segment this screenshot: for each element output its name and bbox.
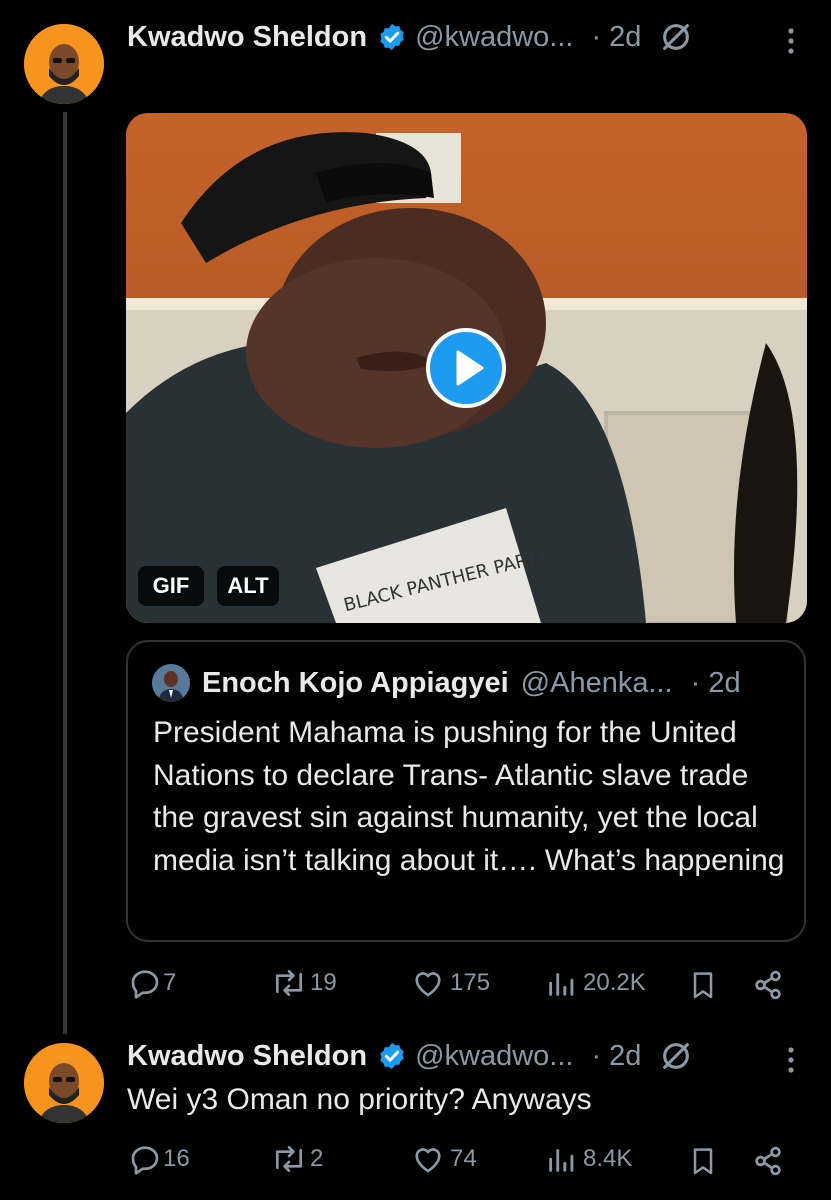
alt-badge[interactable]: ALT [217, 566, 279, 606]
like-button[interactable]: 175 [410, 965, 490, 1001]
repost-icon [275, 1145, 303, 1173]
quoted-timestamp: · 2d [690, 666, 741, 699]
gif-badge: GIF [138, 566, 204, 606]
timestamp[interactable]: · 2d [591, 21, 641, 54]
play-icon [456, 350, 484, 386]
quoted-author-handle: @Ahenka... [520, 666, 673, 699]
author-name[interactable]: Kwadwo Sheldon [127, 21, 367, 54]
more-options-icon[interactable] [786, 26, 796, 56]
tweet-header: Kwadwo Sheldon @kwadwo... · 2d [127, 20, 693, 54]
tweet-header: Kwadwo Sheldon @kwadwo... · 2d [127, 1039, 693, 1073]
tweet-text: Wei y3 Oman no priority? Anyways [127, 1083, 592, 1116]
heart-icon [415, 972, 441, 997]
verified-badge-icon [380, 1042, 404, 1070]
repost-count: 19 [310, 969, 337, 996]
reply-count: 16 [163, 1145, 190, 1172]
quoted-avatar-icon [152, 664, 190, 702]
more-options-icon[interactable] [786, 1045, 796, 1075]
action-bar: 16 2 74 8.4K [127, 1141, 787, 1181]
repost-count: 2 [310, 1145, 324, 1172]
view-count: 8.4K [583, 1145, 633, 1172]
reply-icon [131, 970, 159, 999]
views-chart-icon [549, 1149, 574, 1172]
repost-icon [275, 969, 303, 997]
avatar[interactable] [24, 1043, 104, 1123]
quoted-author-name: Enoch Kojo Appiagyei [202, 666, 509, 699]
views-button[interactable]: 20.2K [545, 965, 646, 1001]
quoted-avatar [152, 664, 190, 702]
author-handle[interactable]: @kwadwo... [415, 1040, 573, 1073]
views-chart-icon [549, 973, 574, 996]
quoted-tweet-header: Enoch Kojo Appiagyei @Ahenka... · 2d [152, 664, 741, 702]
like-button[interactable]: 74 [410, 1141, 477, 1177]
like-count: 74 [450, 1145, 477, 1172]
reply-icon [131, 1146, 159, 1175]
share-icon[interactable] [750, 1143, 786, 1179]
author-name[interactable]: Kwadwo Sheldon [127, 1040, 367, 1073]
bookmark-icon[interactable] [687, 1143, 719, 1179]
timestamp[interactable]: · 2d [591, 1040, 641, 1073]
bookmark-icon[interactable] [687, 967, 719, 1003]
play-button[interactable] [426, 328, 506, 408]
repost-button[interactable]: 2 [270, 1141, 323, 1177]
repost-button[interactable]: 19 [270, 965, 337, 1001]
views-button[interactable]: 8.4K [545, 1141, 632, 1177]
avatar[interactable] [24, 24, 104, 104]
like-count: 175 [450, 969, 491, 996]
reply-count: 7 [163, 969, 177, 996]
quoted-tweet-text: President Mahama is pushing for the Unit… [153, 716, 785, 877]
action-bar: 7 19 175 20.2K [127, 965, 787, 1005]
heart-icon [415, 1148, 441, 1173]
reply-button[interactable]: 7 [127, 965, 176, 1001]
avatar-illustration-icon [24, 24, 104, 104]
author-handle[interactable]: @kwadwo... [415, 21, 573, 54]
avatar-illustration-icon [24, 1043, 104, 1123]
grok-icon[interactable] [659, 20, 693, 54]
view-count: 20.2K [583, 969, 646, 996]
thread-line [63, 112, 67, 1034]
grok-icon[interactable] [659, 1039, 693, 1073]
share-icon[interactable] [750, 967, 786, 1003]
verified-badge-icon [380, 23, 404, 51]
reply-button[interactable]: 16 [127, 1141, 190, 1177]
quoted-tweet[interactable]: Enoch Kojo Appiagyei @Ahenka... · 2d Pre… [126, 640, 806, 942]
